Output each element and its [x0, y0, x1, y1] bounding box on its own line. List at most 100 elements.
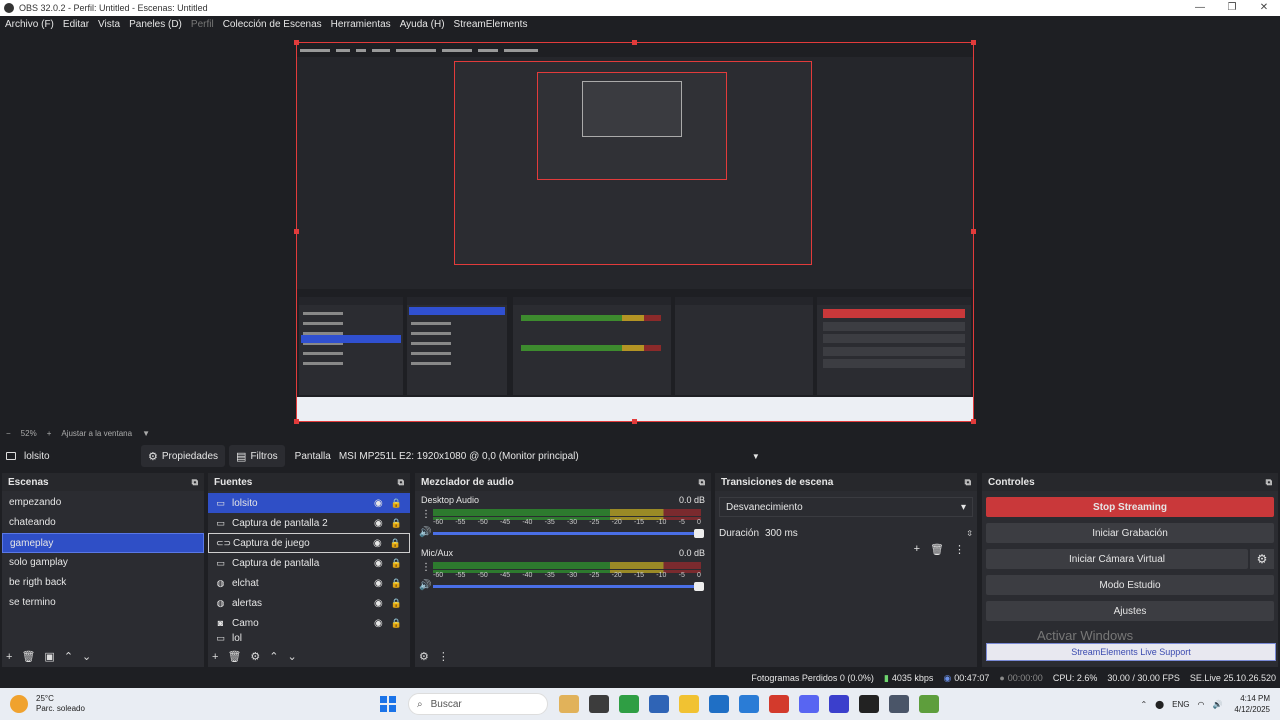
- taskbar-app-icon[interactable]: [799, 695, 819, 713]
- close-button[interactable]: ✕: [1248, 0, 1280, 16]
- scene-item-solo-gamplay[interactable]: solo gamplay: [2, 553, 204, 573]
- lock-icon[interactable]: 🔒: [391, 498, 402, 509]
- taskbar-app-icon[interactable]: [919, 695, 939, 713]
- duration-input[interactable]: 300 ms: [765, 528, 966, 539]
- duration-stepper-icon[interactable]: ⇳: [966, 529, 973, 538]
- resize-handle-br[interactable]: [971, 419, 976, 424]
- stop-streaming-button[interactable]: Stop Streaming: [986, 497, 1274, 517]
- filters-button[interactable]: ▤ Filtros: [229, 445, 285, 467]
- eye-icon[interactable]: ◉: [374, 518, 383, 529]
- wifi-icon[interactable]: ◠: [1197, 700, 1204, 709]
- transition-menu-button[interactable]: ⋮: [954, 543, 965, 556]
- volume-slider[interactable]: [433, 529, 704, 538]
- taskbar-search[interactable]: ⌕ Buscar: [408, 693, 548, 715]
- resize-handle-r[interactable]: [971, 229, 976, 234]
- source-item-captura-de-pantalla[interactable]: ▭ Captura de pantalla ◉ 🔒: [208, 553, 410, 573]
- transition-select[interactable]: Desvanecimiento ▾: [719, 497, 973, 517]
- dock-undock-icon[interactable]: ⧉: [965, 477, 971, 488]
- scene-item-se-termino[interactable]: se termino: [2, 593, 204, 613]
- menu-perfil[interactable]: Perfil: [191, 19, 214, 30]
- lock-icon[interactable]: 🔒: [391, 598, 402, 609]
- tray-lang[interactable]: ENG: [1172, 700, 1189, 709]
- weather-widget[interactable]: 25°C Parc. soleado: [10, 694, 380, 714]
- mixer-settings-button[interactable]: ⚙: [419, 650, 429, 663]
- resize-handle-b[interactable]: [632, 419, 637, 424]
- menu-paneles[interactable]: Paneles (D): [129, 19, 182, 30]
- source-item-lol[interactable]: ▭ lol: [208, 633, 410, 643]
- menu-archivo[interactable]: Archivo (F): [5, 19, 54, 30]
- speaker-icon[interactable]: 🔊: [419, 527, 431, 538]
- dock-undock-icon[interactable]: ⧉: [192, 477, 198, 488]
- taskbar-app-icon[interactable]: [679, 695, 699, 713]
- remove-source-button[interactable]: 🗑: [227, 650, 241, 663]
- minimize-button[interactable]: —: [1184, 0, 1216, 16]
- add-transition-button[interactable]: +: [914, 543, 920, 556]
- volume-slider-knob[interactable]: [694, 529, 704, 538]
- monitor-select[interactable]: MSI MP251L E2: 1920x1080 @ 0,0 (Monitor …: [338, 445, 764, 467]
- lock-icon[interactable]: 🔒: [391, 618, 402, 629]
- zoom-out-button[interactable]: −: [6, 429, 11, 438]
- source-properties-button[interactable]: ⚙: [250, 650, 260, 663]
- resize-handle-l[interactable]: [294, 229, 299, 234]
- source-item-elchat[interactable]: ◍ elchat ◉ 🔒: [208, 573, 410, 593]
- preview-canvas[interactable]: [296, 42, 974, 422]
- eye-icon[interactable]: ◉: [373, 538, 382, 549]
- add-scene-button[interactable]: +: [6, 651, 12, 663]
- volume-slider[interactable]: [433, 582, 704, 591]
- properties-button[interactable]: ⚙ Propiedades: [141, 445, 226, 467]
- volume-icon[interactable]: 🔊: [1212, 700, 1222, 709]
- menu-herramientas[interactable]: Herramientas: [331, 19, 391, 30]
- speaker-icon[interactable]: 🔊: [419, 580, 431, 591]
- zoom-fit-label[interactable]: Ajustar a la ventana: [61, 429, 132, 438]
- menu-ayuda[interactable]: Ayuda (H): [400, 19, 445, 30]
- remove-scene-button[interactable]: 🗑: [21, 650, 35, 663]
- menu-editar[interactable]: Editar: [63, 19, 89, 30]
- taskbar-app-icon[interactable]: [769, 695, 789, 713]
- virtual-camera-settings-icon[interactable]: ⚙: [1250, 549, 1274, 569]
- eye-icon[interactable]: ◉: [374, 598, 383, 609]
- settings-button[interactable]: Ajustes: [986, 601, 1274, 621]
- source-item-lolsito[interactable]: ▭ lolsito ◉ 🔒: [208, 493, 410, 513]
- taskbar-clock[interactable]: 4:14 PM 4/12/2025: [1234, 693, 1270, 715]
- zoom-in-button[interactable]: +: [47, 429, 52, 438]
- dock-undock-icon[interactable]: ⧉: [398, 477, 404, 488]
- taskbar-app-icon[interactable]: [829, 695, 849, 713]
- taskbar-app-icon[interactable]: [859, 695, 879, 713]
- taskbar-app-icon[interactable]: [619, 695, 639, 713]
- source-item-alertas[interactable]: ◍ alertas ◉ 🔒: [208, 593, 410, 613]
- scene-item-chateando[interactable]: chateando: [2, 513, 204, 533]
- lock-icon[interactable]: 🔒: [391, 518, 402, 529]
- eye-icon[interactable]: ◉: [374, 618, 383, 629]
- source-item-camo[interactable]: ◙ Camo ◉ 🔒: [208, 613, 410, 633]
- lock-icon[interactable]: 🔒: [391, 578, 402, 589]
- maximize-button[interactable]: ❐: [1216, 0, 1248, 16]
- volume-slider-knob[interactable]: [694, 582, 704, 591]
- taskbar-app-icon[interactable]: [739, 695, 759, 713]
- resize-handle-bl[interactable]: [294, 419, 299, 424]
- track-menu-icon[interactable]: ⋮: [421, 562, 431, 573]
- tray-chevron-icon[interactable]: ⌃: [1140, 700, 1147, 709]
- move-scene-up-button[interactable]: ⌃: [64, 650, 73, 663]
- move-scene-down-button[interactable]: ⌄: [82, 650, 91, 663]
- dock-undock-icon[interactable]: ⧉: [1266, 477, 1272, 488]
- scene-item-empezando[interactable]: empezando: [2, 493, 204, 513]
- taskbar-app-icon[interactable]: [559, 695, 579, 713]
- taskbar-app-icon[interactable]: [889, 695, 909, 713]
- dock-undock-icon[interactable]: ⧉: [699, 477, 705, 488]
- resize-handle-tl[interactable]: [294, 40, 299, 45]
- scene-filters-button[interactable]: ▣: [44, 650, 54, 663]
- taskbar-app-icon[interactable]: [589, 695, 609, 713]
- taskbar-app-icon[interactable]: [709, 695, 729, 713]
- tray-app-icon[interactable]: ⬤: [1155, 700, 1164, 709]
- eye-icon[interactable]: ◉: [374, 558, 383, 569]
- move-source-up-button[interactable]: ⌃: [269, 650, 278, 663]
- windows-start-icon[interactable]: [380, 696, 396, 712]
- eye-icon[interactable]: ◉: [374, 498, 383, 509]
- taskbar-app-icon[interactable]: [649, 695, 669, 713]
- track-menu-icon[interactable]: ⋮: [421, 509, 431, 520]
- remove-transition-button[interactable]: 🗑: [930, 543, 944, 556]
- start-virtual-camera-button[interactable]: Iniciar Cámara Virtual: [986, 549, 1248, 569]
- menu-streamelements[interactable]: StreamElements: [454, 19, 528, 30]
- menu-coleccion-escenas[interactable]: Colección de Escenas: [223, 19, 322, 30]
- studio-mode-button[interactable]: Modo Estudio: [986, 575, 1274, 595]
